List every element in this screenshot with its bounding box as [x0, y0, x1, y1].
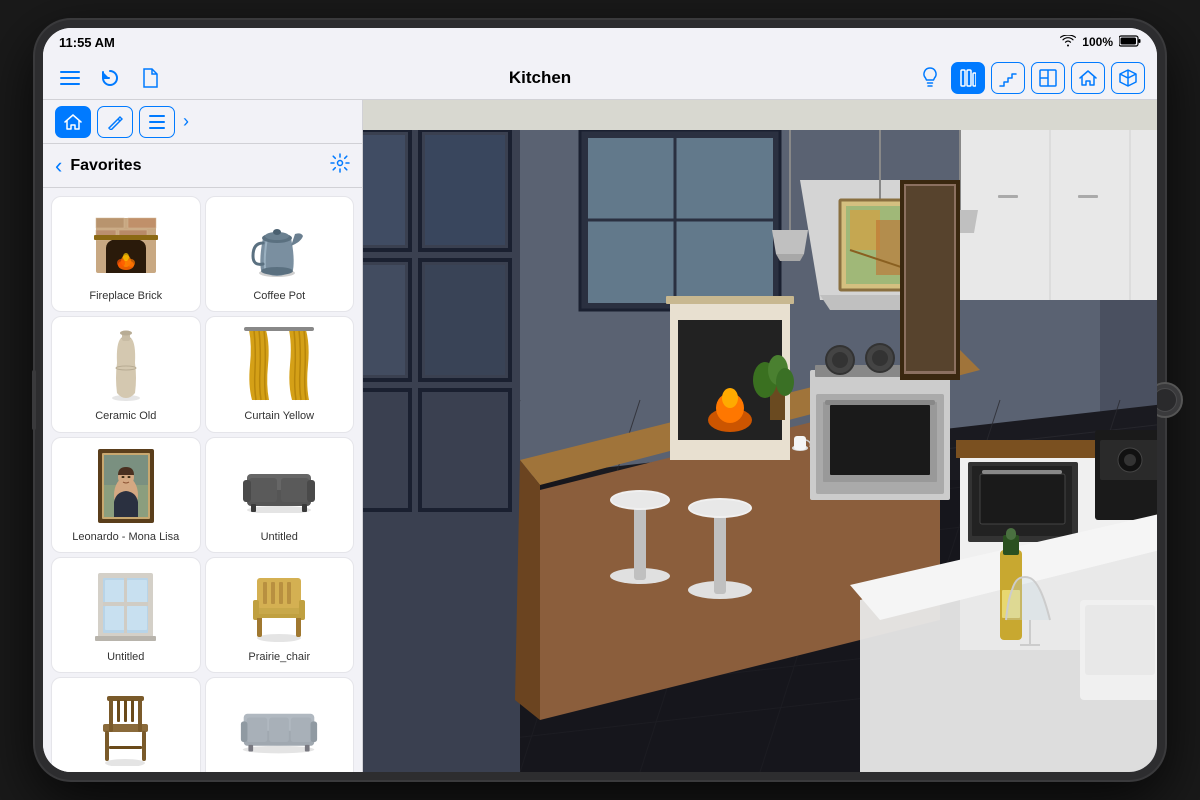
monalisa-image	[86, 446, 166, 526]
prairie-chair-image	[239, 566, 319, 646]
coffee-pot-image	[239, 205, 319, 285]
chair002-label: Chair_002	[100, 770, 151, 772]
fireplace-image	[86, 205, 166, 285]
grid-item-coffee-pot[interactable]: Coffee Pot	[205, 196, 355, 312]
grid-item-untitled-window[interactable]: Untitled	[51, 557, 201, 673]
grid-item-monalisa[interactable]: Leonardo - Mona Lisa	[51, 437, 201, 553]
grid-item-sofa3x[interactable]: Sofa3x_amazing	[205, 677, 355, 772]
3dbox-icon-btn[interactable]	[1111, 62, 1145, 94]
stairs-icon-btn[interactable]	[991, 62, 1025, 94]
grid-item-chair002[interactable]: Chair_002	[51, 677, 201, 772]
library-icon-btn[interactable]	[951, 62, 985, 94]
untitled-sofa-image	[239, 446, 319, 526]
status-bar: 11:55 AM 100%	[43, 28, 1157, 56]
wifi-icon	[1060, 35, 1076, 50]
fireplace-label: Fireplace Brick	[89, 289, 162, 303]
volume-button[interactable]	[32, 370, 36, 430]
settings-icon[interactable]	[330, 153, 350, 178]
document-icon[interactable]	[135, 63, 165, 93]
undo-icon[interactable]	[95, 63, 125, 93]
sidebar-grid: Fireplace Brick	[43, 188, 362, 772]
lightbulb-icon[interactable]	[915, 63, 945, 93]
battery-icon	[1119, 35, 1141, 50]
floorplan-icon-btn[interactable]	[1031, 62, 1065, 94]
sidebar-header: ‹ Favorites	[43, 144, 362, 188]
prairie-chair-label: Prairie_chair	[248, 650, 310, 664]
untitled-window-image	[86, 566, 166, 646]
sidebar: › ‹ Favorites	[43, 100, 363, 772]
home2d-icon-btn[interactable]	[1071, 62, 1105, 94]
sofa3x-image	[239, 686, 319, 766]
sidebar-tabs: ›	[43, 100, 362, 144]
monalisa-label: Leonardo - Mona Lisa	[72, 530, 179, 544]
chair002-image	[86, 686, 166, 766]
coffee-pot-label: Coffee Pot	[253, 289, 305, 303]
main-content: › ‹ Favorites	[43, 100, 1157, 772]
battery-label: 100%	[1082, 35, 1113, 49]
back-button[interactable]: ‹	[55, 153, 62, 179]
tablet-frame: 11:55 AM 100%	[35, 20, 1165, 780]
grid-item-prairie-chair[interactable]: Prairie_chair	[205, 557, 355, 673]
menu-icon[interactable]	[55, 63, 85, 93]
nav-right	[915, 62, 1145, 94]
sidebar-tab-draw[interactable]	[97, 106, 133, 138]
untitled-window-label: Untitled	[107, 650, 144, 664]
nav-bar: Kitchen	[43, 56, 1157, 100]
tablet-screen: 11:55 AM 100%	[43, 28, 1157, 772]
sidebar-tab-list[interactable]	[139, 106, 175, 138]
sofa3x-label: Sofa3x_amazing	[238, 770, 320, 772]
status-time: 11:55 AM	[59, 35, 115, 50]
kitchen-scene-svg	[363, 100, 1157, 772]
grid-item-untitled-sofa[interactable]: Untitled	[205, 437, 355, 553]
ceramic-image	[86, 325, 166, 405]
ceramic-label: Ceramic Old	[95, 409, 156, 423]
favorites-title: Favorites	[70, 157, 322, 175]
status-right: 100%	[1060, 35, 1141, 50]
grid-item-curtain[interactable]: Curtain Yellow	[205, 316, 355, 432]
grid-item-ceramic[interactable]: Ceramic Old	[51, 316, 201, 432]
untitled-sofa-label: Untitled	[261, 530, 298, 544]
sidebar-tab-house[interactable]	[55, 106, 91, 138]
sidebar-tab-more[interactable]: ›	[183, 111, 189, 132]
kitchen-3d-view[interactable]	[363, 100, 1157, 772]
grid-item-fireplace[interactable]: Fireplace Brick	[51, 196, 201, 312]
nav-left	[55, 63, 165, 93]
curtain-label: Curtain Yellow	[244, 409, 314, 423]
nav-title: Kitchen	[173, 68, 907, 88]
curtain-image	[239, 325, 319, 405]
